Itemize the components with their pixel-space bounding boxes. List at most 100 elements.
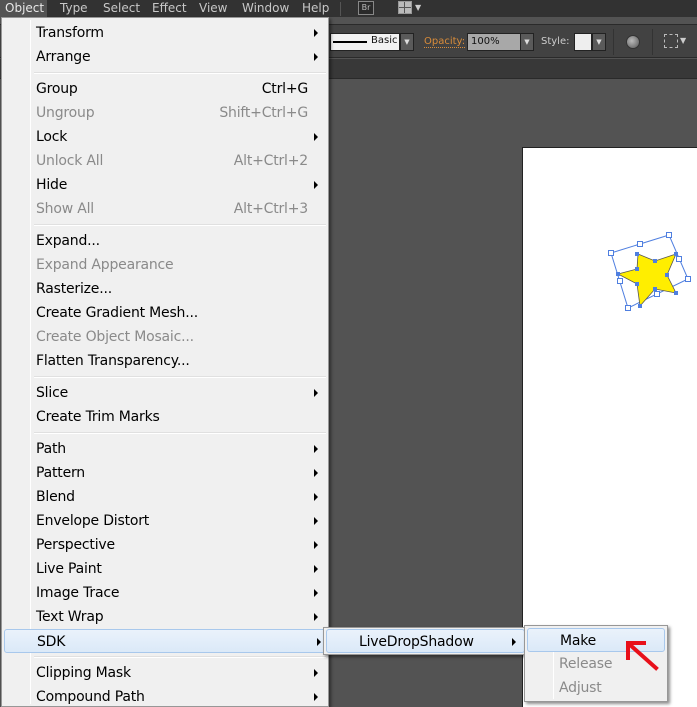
menu-item-blend[interactable]: Blend — [4, 485, 326, 509]
menu-item-label: Slice — [36, 385, 68, 401]
menu-item-label: LiveDropShadow — [359, 634, 474, 650]
control-divider — [652, 29, 653, 55]
menu-item-expand[interactable]: Expand... — [4, 229, 326, 253]
submenu-arrow-icon — [314, 389, 318, 397]
menu-item-label: Text Wrap — [36, 609, 104, 625]
submenu-arrow-icon — [314, 669, 318, 677]
graphic-style-swatch[interactable] — [574, 33, 592, 51]
menu-view[interactable]: View — [199, 0, 227, 17]
menu-item-group[interactable]: Group Ctrl+G — [4, 77, 326, 101]
menu-item-sdk[interactable]: SDK — [4, 629, 330, 653]
menu-item-ungroup[interactable]: Ungroup Shift+Ctrl+G — [4, 101, 326, 125]
submenu-arrow-icon — [314, 589, 318, 597]
star-shape — [616, 253, 677, 307]
submenu-arrow-icon — [314, 53, 318, 61]
menu-item-label: Ungroup — [36, 105, 95, 121]
menu-item-rasterize[interactable]: Rasterize... — [4, 277, 326, 301]
recolor-artwork-icon[interactable] — [626, 35, 640, 49]
menu-item-arrange[interactable]: Arrange — [4, 45, 326, 69]
menu-item-label: Image Trace — [36, 585, 120, 601]
submenu-arrow-icon — [314, 181, 318, 189]
isolate-selection-icon[interactable] — [664, 34, 678, 48]
menu-help[interactable]: Help — [302, 0, 329, 17]
menu-item-label: Show All — [36, 201, 94, 217]
menu-item-label: Expand... — [36, 233, 100, 249]
menu-type[interactable]: Type — [60, 0, 88, 17]
menu-effect[interactable]: Effect — [152, 0, 187, 17]
menu-item-slice[interactable]: Slice — [4, 381, 326, 405]
menu-item-label: Perspective — [36, 537, 115, 553]
menu-item-live-paint[interactable]: Live Paint — [4, 557, 326, 581]
control-divider — [613, 29, 614, 55]
submenu-arrow-icon — [314, 469, 318, 477]
submenu-arrow-icon — [314, 541, 318, 549]
menu-item-text-wrap[interactable]: Text Wrap — [4, 605, 326, 629]
menu-item-label: Hide — [36, 177, 68, 193]
stroke-profile-value: Basic — [371, 35, 398, 46]
menu-item-expand-appearance[interactable]: Expand Appearance — [4, 253, 326, 277]
submenu-arrow-icon — [314, 29, 318, 37]
menu-item-label: Expand Appearance — [36, 257, 174, 273]
menu-item-label: Create Object Mosaic... — [36, 329, 194, 345]
sdk-submenu: LiveDropShadow — [323, 627, 528, 655]
stroke-profile-select[interactable]: Basic — [330, 33, 400, 51]
menu-separator — [34, 224, 326, 226]
menu-item-unlock-all[interactable]: Unlock All Alt+Ctrl+2 — [4, 149, 326, 173]
annotation-arrow-icon — [626, 641, 659, 671]
menu-item-hide[interactable]: Hide — [4, 173, 326, 197]
submenu-arrow-icon — [314, 445, 318, 453]
menu-item-flatten-transparency[interactable]: Flatten Transparency... — [4, 349, 326, 373]
menu-item-label: Release — [559, 656, 613, 672]
menu-item-lock[interactable]: Lock — [4, 125, 326, 149]
menu-item-label: Flatten Transparency... — [36, 353, 190, 369]
submenu-arrow-icon — [314, 517, 318, 525]
menu-item-show-all[interactable]: Show All Alt+Ctrl+3 — [4, 197, 326, 221]
menu-item-compound-path[interactable]: Compound Path — [4, 685, 326, 707]
submenu-arrow-icon — [314, 133, 318, 141]
menu-item-image-trace[interactable]: Image Trace — [4, 581, 326, 605]
opacity-input[interactable]: 100% — [467, 33, 521, 51]
submenu-arrow-icon — [317, 638, 321, 646]
menu-separator — [34, 656, 326, 658]
menu-window[interactable]: Window — [242, 0, 289, 17]
menu-item-adjust[interactable]: Adjust — [527, 676, 665, 700]
menu-item-label: Blend — [36, 489, 75, 505]
menu-select[interactable]: Select — [103, 0, 140, 17]
menu-item-shortcut: Shift+Ctrl+G — [219, 105, 308, 121]
menu-item-label: SDK — [37, 634, 66, 650]
submenu-arrow-icon — [314, 613, 318, 621]
menu-object[interactable]: Object — [0, 0, 47, 17]
menu-separator — [34, 376, 326, 378]
menu-item-shortcut: Ctrl+G — [261, 81, 308, 97]
menu-item-create-object-mosaic[interactable]: Create Object Mosaic... — [4, 325, 326, 349]
stroke-profile-dropdown-button[interactable]: ▼ — [400, 33, 414, 51]
menu-separator — [34, 72, 326, 74]
graphic-style-dropdown-button[interactable]: ▼ — [592, 33, 606, 51]
selected-star-object[interactable] — [606, 230, 692, 312]
menu-item-livedropshadow[interactable]: LiveDropShadow — [326, 629, 525, 653]
menu-item-clipping-mask[interactable]: Clipping Mask — [4, 661, 326, 685]
menu-item-envelope-distort[interactable]: Envelope Distort — [4, 509, 326, 533]
menu-item-label: Compound Path — [36, 689, 145, 705]
menu-item-label: Rasterize... — [36, 281, 112, 297]
menu-separator — [34, 432, 326, 434]
menu-bar: Object Type Select Effect View Window He… — [0, 0, 697, 17]
chevron-down-icon[interactable]: ▼ — [415, 3, 421, 12]
menu-item-label: Unlock All — [36, 153, 104, 169]
menu-item-label: Clipping Mask — [36, 665, 131, 681]
bridge-icon[interactable]: Br — [358, 1, 374, 15]
menu-item-pattern[interactable]: Pattern — [4, 461, 326, 485]
menu-item-label: Create Gradient Mesh... — [36, 305, 198, 321]
menu-item-transform[interactable]: Transform — [4, 21, 326, 45]
menu-item-perspective[interactable]: Perspective — [4, 533, 326, 557]
menu-item-label: Adjust — [559, 680, 602, 696]
opacity-link[interactable]: Opacity: — [424, 36, 466, 48]
menu-item-create-gradient-mesh[interactable]: Create Gradient Mesh... — [4, 301, 326, 325]
chevron-down-icon[interactable]: ▼ — [680, 36, 686, 45]
menu-item-create-trim-marks[interactable]: Create Trim Marks — [4, 405, 326, 429]
submenu-arrow-icon — [512, 638, 516, 646]
menu-item-path[interactable]: Path — [4, 437, 326, 461]
workspace-switcher-icon[interactable] — [398, 1, 412, 14]
opacity-dropdown-button[interactable]: ▼ — [520, 33, 534, 51]
menu-item-label: Path — [36, 441, 66, 457]
